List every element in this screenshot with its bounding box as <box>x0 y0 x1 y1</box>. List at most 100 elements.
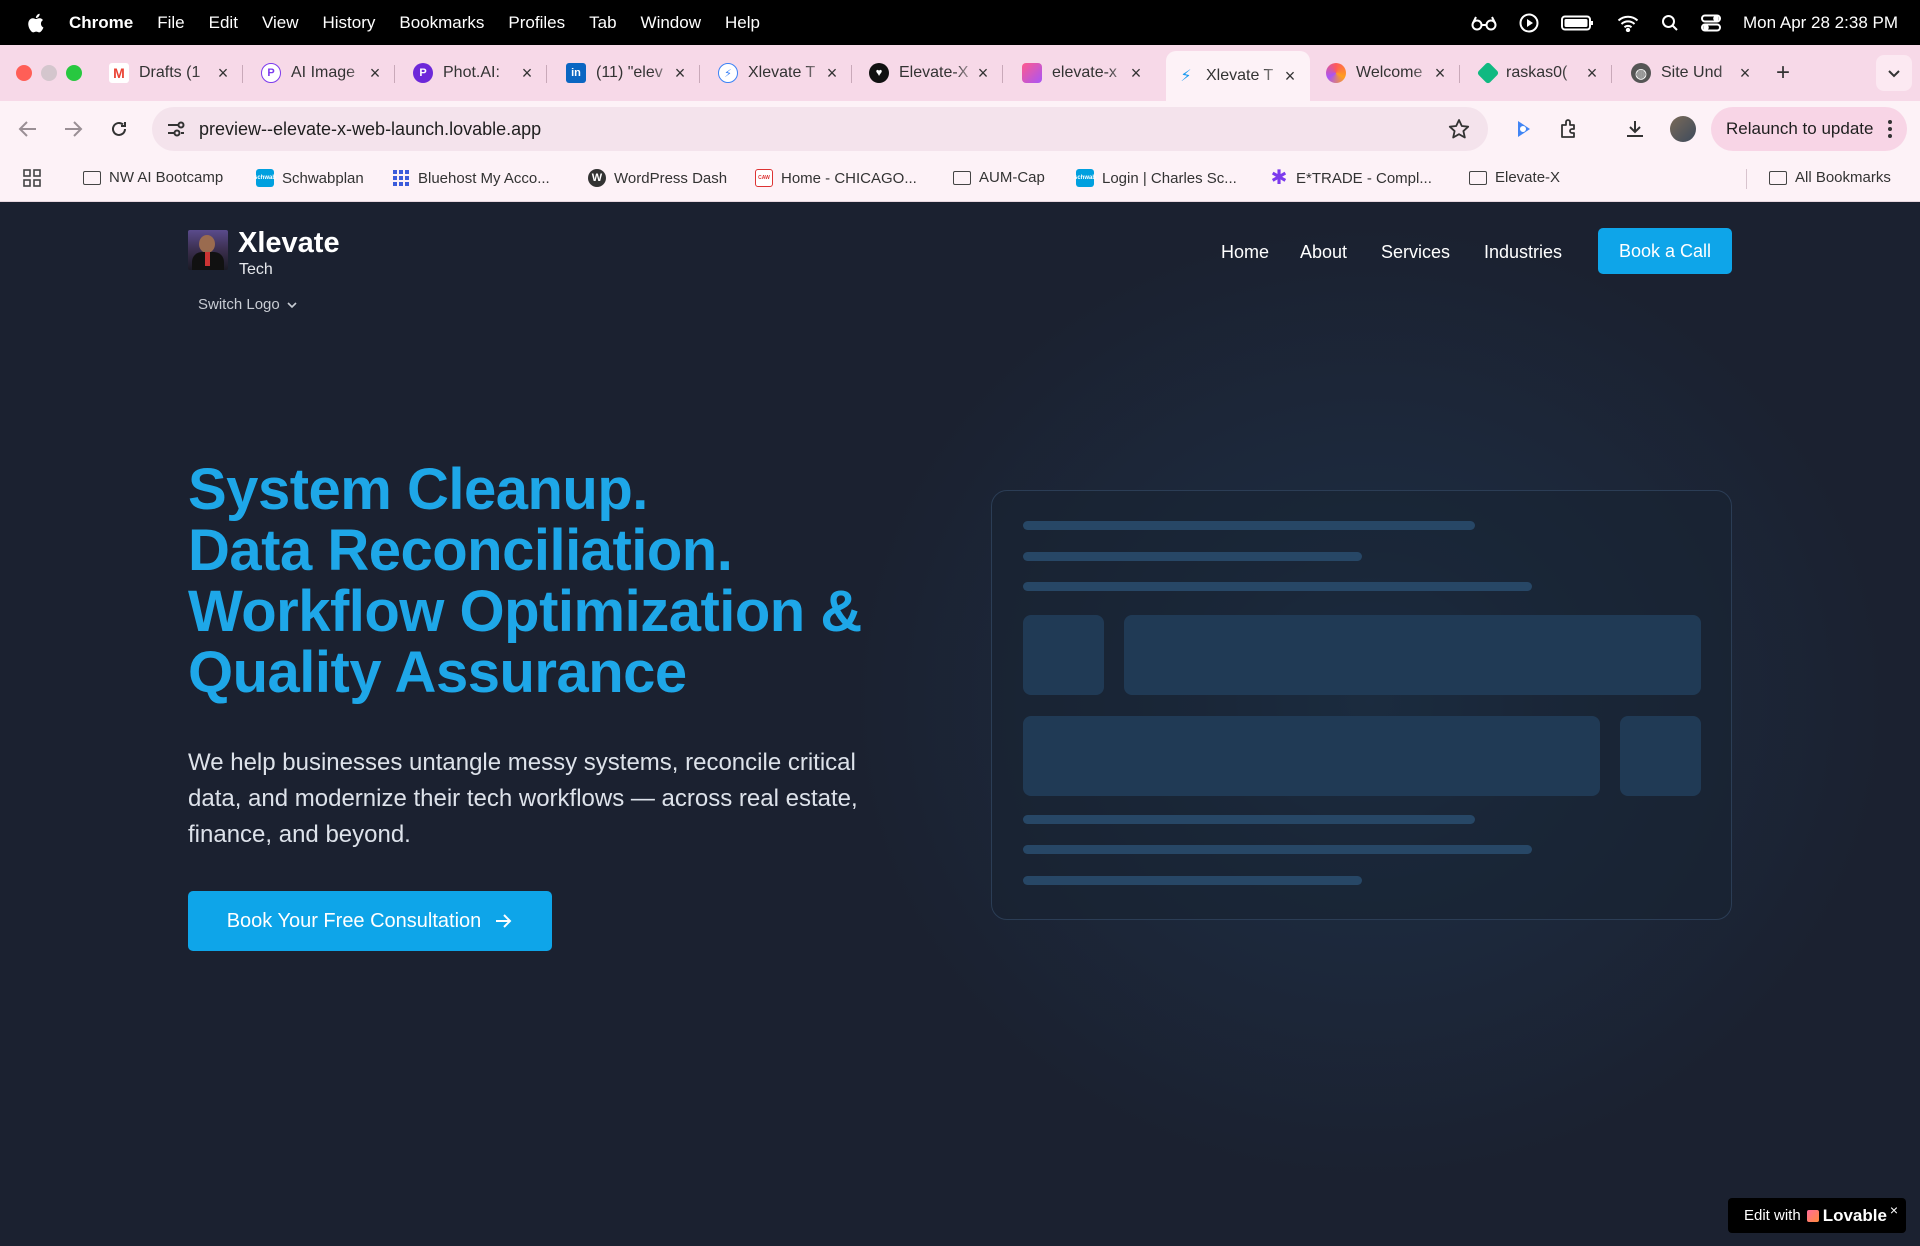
menu-view[interactable]: View <box>262 13 299 33</box>
back-button[interactable] <box>14 115 42 143</box>
battery-icon[interactable] <box>1561 15 1595 31</box>
close-tab-icon[interactable]: × <box>1280 66 1300 86</box>
close-tab-icon[interactable]: × <box>973 63 993 83</box>
close-window-button[interactable] <box>16 65 32 81</box>
edit-with-lovable-badge[interactable]: Edit with Lovable × <box>1728 1198 1906 1233</box>
p-icon: P <box>261 63 281 83</box>
close-tab-icon[interactable]: × <box>670 63 690 83</box>
menubar-clock[interactable]: Mon Apr 28 2:38 PM <box>1743 13 1898 33</box>
tab-elevate-x-lovable[interactable]: elevate-x × <box>1022 53 1146 93</box>
wifi-icon[interactable] <box>1617 14 1639 32</box>
profile-avatar[interactable] <box>1670 116 1696 142</box>
nav-services[interactable]: Services <box>1381 242 1450 263</box>
address-bar[interactable]: preview--elevate-x-web-launch.lovable.ap… <box>152 107 1488 151</box>
tab-label: raskas0( <box>1506 64 1568 81</box>
folder-icon <box>83 170 101 185</box>
tab-label: Phot.AI: <box>443 64 500 81</box>
tab-label: Drafts (1 <box>139 64 201 81</box>
brand-name[interactable]: Xlevate <box>238 227 340 260</box>
close-tab-icon[interactable]: × <box>365 63 385 83</box>
tab-xlevate[interactable]: ⚡ Xlevate T × <box>718 53 852 93</box>
close-tab-icon[interactable]: × <box>1430 63 1450 83</box>
brand-logo[interactable] <box>188 230 228 270</box>
menu-help[interactable]: Help <box>725 13 760 33</box>
new-tab-button[interactable]: + <box>1776 59 1790 87</box>
menu-window[interactable]: Window <box>641 13 701 33</box>
spotlight-search-icon[interactable] <box>1661 14 1679 32</box>
gmail-icon: M <box>109 63 129 83</box>
bookmark-nw-ai-bootcamp[interactable]: NW AI Bootcamp <box>83 169 223 186</box>
tab-elevate-x[interactable]: ♥ Elevate-X × <box>869 53 1003 93</box>
nav-industries[interactable]: Industries <box>1484 242 1562 263</box>
apps-button[interactable] <box>23 169 41 187</box>
bookmark-bluehost[interactable]: Bluehost My Acco... <box>392 169 550 187</box>
apps-grid-icon <box>23 169 41 187</box>
tab-xlevate-active[interactable]: ⚡ Xlevate T × <box>1166 51 1310 101</box>
tab-welcome[interactable]: Welcome × <box>1326 53 1460 93</box>
tab-drafts[interactable]: M Drafts (1 × <box>109 53 243 93</box>
nav-home[interactable]: Home <box>1221 242 1269 263</box>
close-tab-icon[interactable]: × <box>1735 63 1755 83</box>
tab-raskas[interactable]: raskas0( × <box>1476 53 1612 93</box>
tab-label: Site Und <box>1661 64 1723 81</box>
tab-search-button[interactable] <box>1876 55 1912 91</box>
bookmarks-bar: NW AI Bootcamp schwab Schwabplan Bluehos… <box>0 157 1920 202</box>
zoom-window-button[interactable] <box>66 65 82 81</box>
tab-label: Xlevate T <box>1206 67 1274 84</box>
apple-icon[interactable] <box>25 12 45 34</box>
bookmark-label: Schwabplan <box>282 169 364 187</box>
forward-button[interactable] <box>59 115 87 143</box>
extensions-icon[interactable] <box>1556 116 1582 142</box>
hero-title-line: Data Reconciliation. <box>188 518 733 583</box>
control-center-icon[interactable] <box>1701 14 1722 32</box>
close-icon[interactable]: × <box>1890 1202 1898 1218</box>
minimize-window-button[interactable] <box>41 65 57 81</box>
close-tab-icon[interactable]: × <box>822 63 842 83</box>
tab-label: Xlevate T <box>748 64 816 81</box>
tab-label: Welcome <box>1356 64 1423 81</box>
close-tab-icon[interactable]: × <box>517 63 537 83</box>
bookmark-charles-schwab[interactable]: schwab Login | Charles Sc... <box>1074 169 1237 187</box>
glasses-icon[interactable] <box>1471 15 1497 31</box>
tab-linkedin[interactable]: in (11) "elev × <box>566 53 700 93</box>
menu-file[interactable]: File <box>157 13 184 33</box>
bookmark-wordpress[interactable]: W WordPress Dash <box>588 169 727 187</box>
menu-edit[interactable]: Edit <box>209 13 238 33</box>
grid-icon <box>393 170 409 186</box>
menu-tab[interactable]: Tab <box>589 13 616 33</box>
bookmark-chicago[interactable]: CAW Home - CHICAGO... <box>755 169 917 187</box>
site-settings-icon[interactable] <box>166 120 186 138</box>
menu-bookmarks[interactable]: Bookmarks <box>399 13 484 33</box>
chevron-down-icon <box>287 301 297 308</box>
bookmark-label: E*TRADE - Compl... <box>1296 169 1432 187</box>
bookmark-etrade[interactable]: ✱ E*TRADE - Compl... <box>1270 168 1432 188</box>
book-free-consultation-button[interactable]: Book Your Free Consultation <box>188 891 552 951</box>
menu-chrome[interactable]: Chrome <box>69 13 133 33</box>
address-bar-url[interactable]: preview--elevate-x-web-launch.lovable.ap… <box>199 119 541 140</box>
dashboard-mockup-illustration <box>991 490 1732 920</box>
tab-strip: M Drafts (1 × P AI Image × P Phot.AI: × … <box>0 45 1920 101</box>
bookmark-aum-cap[interactable]: AUM-Cap <box>953 169 1045 186</box>
bookmark-label: NW AI Bootcamp <box>109 169 224 186</box>
web-page: Xlevate Tech Switch Logo Home About Serv… <box>0 202 1920 1246</box>
bookmark-schwabplan[interactable]: schwab Schwabplan <box>254 169 364 187</box>
star-icon[interactable] <box>1448 118 1470 140</box>
google-lens-icon[interactable] <box>1510 116 1536 142</box>
reload-button[interactable] <box>105 115 133 143</box>
menu-history[interactable]: History <box>322 13 375 33</box>
close-tab-icon[interactable]: × <box>1126 63 1146 83</box>
tab-site-under[interactable]: ◍ Site Und × <box>1631 53 1755 93</box>
tab-phot-ai[interactable]: P Phot.AI: × <box>413 53 547 93</box>
close-tab-icon[interactable]: × <box>1582 63 1602 83</box>
tab-ai-image[interactable]: P AI Image × <box>261 53 395 93</box>
close-tab-icon[interactable]: × <box>213 63 233 83</box>
book-a-call-button[interactable]: Book a Call <box>1598 228 1732 274</box>
play-circle-icon[interactable] <box>1519 13 1539 33</box>
relaunch-to-update-button[interactable]: Relaunch to update <box>1711 107 1907 151</box>
download-icon[interactable] <box>1622 116 1648 142</box>
nav-about[interactable]: About <box>1300 242 1347 263</box>
bookmark-elevate-x[interactable]: Elevate-X <box>1469 169 1560 186</box>
switch-logo-dropdown[interactable]: Switch Logo <box>198 296 298 313</box>
menu-profiles[interactable]: Profiles <box>508 13 565 33</box>
all-bookmarks[interactable]: All Bookmarks <box>1769 169 1891 186</box>
